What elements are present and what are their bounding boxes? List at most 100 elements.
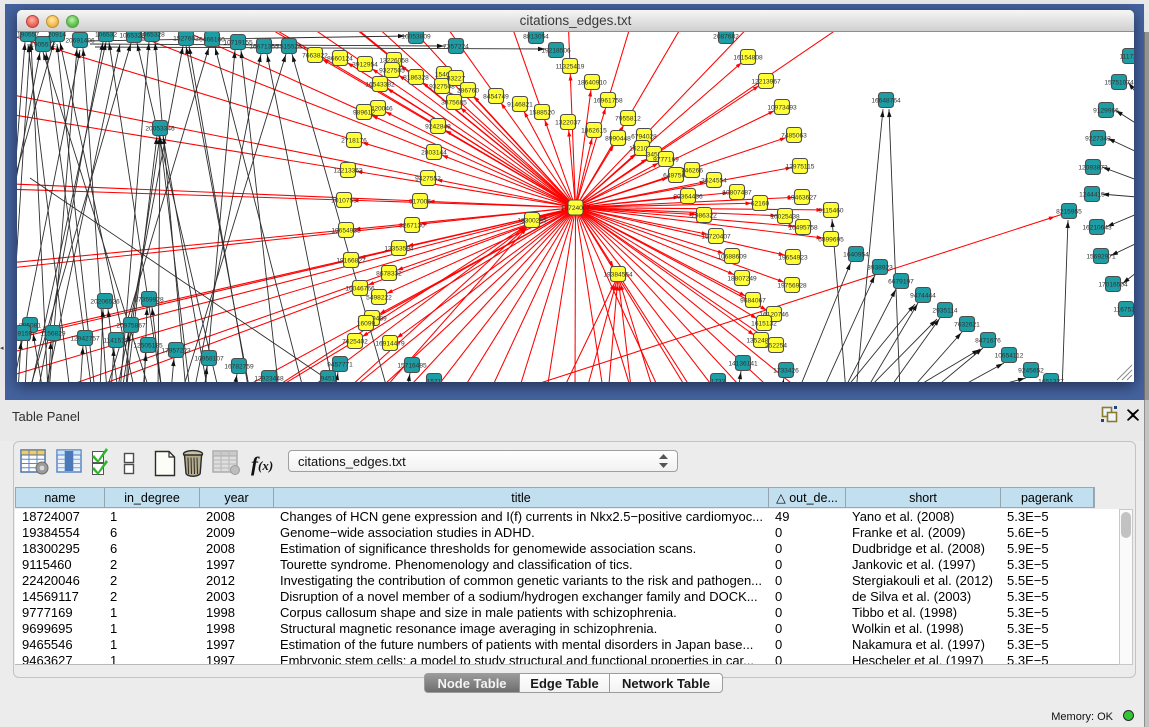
svg-text:17957223: 17957223 — [161, 347, 191, 354]
svg-text:(x): (x) — [258, 458, 273, 473]
svg-text:10807487: 10807487 — [722, 189, 752, 196]
svg-text:16210643: 16210643 — [1082, 224, 1112, 231]
svg-text:16782759: 16782759 — [224, 363, 254, 370]
svg-text:1156829: 1156829 — [40, 330, 66, 337]
svg-text:8938923: 8938923 — [867, 264, 893, 271]
svg-text:13353594: 13353594 — [384, 245, 414, 252]
svg-text:9427552: 9427552 — [415, 175, 441, 182]
svg-text:12942757: 12942757 — [70, 335, 100, 342]
svg-text:17359928: 17359928 — [134, 296, 164, 303]
svg-text:11325419: 11325419 — [556, 63, 585, 70]
svg-text:8215955: 8215955 — [1056, 208, 1082, 215]
svg-text:16543382: 16543382 — [365, 81, 395, 88]
svg-text:1588520: 1588520 — [529, 109, 555, 116]
svg-text:10654112: 10654112 — [995, 352, 1024, 359]
svg-text:10025438: 10025438 — [770, 213, 800, 220]
svg-text:19654933: 19654933 — [331, 227, 361, 234]
svg-text:83227: 83227 — [447, 75, 466, 82]
svg-text:15716485: 15716485 — [397, 362, 427, 369]
svg-text:1571: 1571 — [427, 378, 442, 382]
svg-text:8471676: 8471676 — [975, 337, 1001, 344]
svg-text:1167533: 1167533 — [1113, 306, 1134, 313]
svg-text:8990448: 8990448 — [605, 135, 631, 142]
svg-text:12213363: 12213363 — [333, 167, 363, 174]
svg-text:12213967: 12213967 — [751, 78, 781, 85]
svg-text:9777169: 9777169 — [653, 156, 679, 163]
svg-text:20975867: 20975867 — [116, 322, 146, 329]
svg-text:2935114: 2935114 — [932, 307, 958, 314]
svg-text:7625402: 7625402 — [342, 338, 368, 345]
svg-text:7632621: 7632621 — [954, 321, 980, 328]
svg-text:20053346: 20053346 — [145, 125, 175, 132]
svg-text:1362615: 1362615 — [581, 127, 607, 134]
svg-text:989612: 989612 — [353, 109, 375, 116]
svg-text:7955812: 7955812 — [615, 115, 641, 122]
svg-text:19218506: 19218506 — [541, 47, 571, 54]
svg-text:1640954: 1640954 — [843, 251, 869, 258]
svg-text:9245652: 9245652 — [1018, 367, 1044, 374]
svg-text:18300295: 18300295 — [517, 217, 547, 224]
svg-text:3624554: 3624554 — [701, 177, 727, 184]
svg-text:6794028: 6794028 — [631, 133, 657, 140]
svg-text:1244415: 1244415 — [1079, 191, 1105, 198]
svg-text:12923448: 12923448 — [254, 375, 284, 382]
svg-text:8186328: 8186328 — [403, 74, 429, 81]
svg-text:39159: 39159 — [17, 330, 32, 337]
svg-text:286760: 286760 — [457, 87, 479, 94]
svg-text:12093873: 12093873 — [1078, 164, 1108, 171]
svg-text:9129966: 9129966 — [1093, 107, 1119, 114]
svg-text:1527602: 1527602 — [173, 35, 199, 42]
svg-text:12975115: 12975115 — [786, 163, 815, 170]
svg-text:15692971: 15692971 — [1086, 253, 1116, 260]
svg-text:252254: 252254 — [765, 342, 787, 349]
svg-text:8678332: 8678332 — [376, 270, 402, 277]
svg-text:1322037: 1322037 — [555, 119, 581, 126]
svg-text:14136141: 14136141 — [728, 360, 758, 367]
svg-text:106532: 106532 — [95, 32, 117, 38]
svg-text:17016504: 17016504 — [1098, 281, 1128, 288]
svg-text:19384554: 19384554 — [603, 271, 633, 278]
svg-text:1065328: 1065328 — [139, 32, 165, 38]
svg-text:746266: 746266 — [681, 167, 703, 174]
svg-text:12505135: 12505135 — [133, 342, 163, 349]
svg-text:1905572: 1905572 — [30, 41, 56, 48]
svg-text:6466160: 6466160 — [199, 36, 225, 43]
svg-text:18724007: 18724007 — [561, 205, 591, 212]
svg-text:16961758: 16961758 — [593, 97, 623, 104]
svg-text:15720407: 15720407 — [701, 233, 731, 240]
svg-text:9227342: 9227342 — [1085, 135, 1111, 142]
svg-text:2803144: 2803144 — [421, 149, 447, 156]
svg-text:62160: 62160 — [751, 200, 770, 207]
svg-text:19463627: 19463627 — [787, 194, 817, 201]
svg-text:16053809: 16053809 — [401, 33, 431, 40]
svg-text:16046766: 16046766 — [345, 285, 375, 292]
svg-text:9327505: 9327505 — [379, 67, 405, 74]
svg-text:18640910: 18640910 — [577, 79, 607, 86]
svg-text:16648764: 16648764 — [871, 97, 901, 104]
svg-text:3912954: 3912954 — [352, 61, 378, 68]
svg-text:9451: 9451 — [321, 375, 336, 382]
svg-text:3875685: 3875685 — [441, 99, 467, 106]
svg-text:7357224: 7357224 — [443, 43, 469, 50]
svg-text:19756928: 19756928 — [777, 282, 807, 289]
svg-text:19654923: 19654923 — [778, 254, 808, 261]
svg-text:1010755: 1010755 — [331, 197, 357, 204]
svg-text:19166827: 19166827 — [336, 257, 366, 264]
svg-text:10973493: 10973493 — [767, 104, 797, 111]
svg-text:20364436: 20364436 — [673, 193, 703, 200]
svg-text:7515526: 7515526 — [276, 43, 302, 50]
svg-text:6899695: 6899695 — [818, 236, 844, 243]
svg-text:917006: 917006 — [409, 198, 431, 205]
svg-text:1733: 1733 — [711, 378, 726, 382]
svg-text:1733426: 1733426 — [773, 367, 799, 374]
svg-text:16495758: 16495758 — [788, 224, 818, 231]
svg-text:9474444: 9474444 — [910, 292, 936, 299]
svg-text:1651327: 1651327 — [1038, 378, 1064, 382]
svg-text:9457771: 9457771 — [327, 361, 353, 368]
svg-text:2718176: 2718176 — [341, 137, 367, 144]
svg-text:10688609: 10688609 — [717, 253, 747, 260]
svg-text:20206526: 20206526 — [90, 298, 120, 305]
svg-text:20914: 20914 — [48, 32, 67, 38]
svg-text:7485063: 7485063 — [781, 132, 807, 139]
svg-text:15751074: 15751074 — [1104, 79, 1134, 86]
